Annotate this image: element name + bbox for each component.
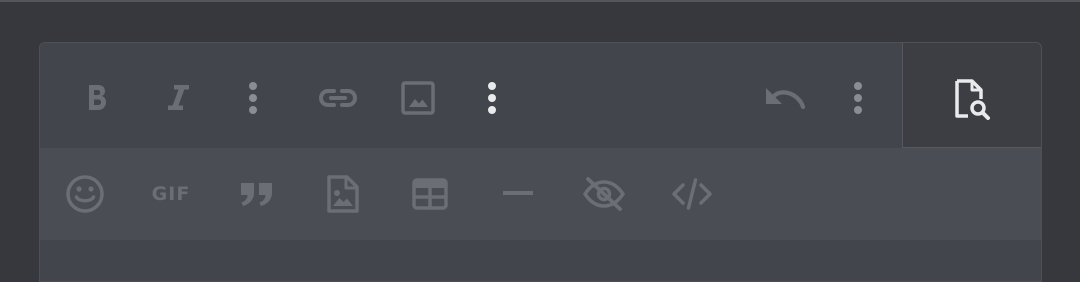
link-button[interactable]: [316, 79, 360, 117]
preview-panel: [902, 43, 1041, 148]
code-icon: [672, 178, 712, 210]
spoiler-button[interactable]: [581, 174, 627, 214]
italic-icon: [168, 85, 189, 110]
upload-image-button[interactable]: [324, 172, 362, 216]
toolbar-primary: [40, 43, 902, 148]
gif-icon: GIF: [151, 183, 191, 205]
image-icon: [401, 81, 435, 115]
quote-button[interactable]: [236, 176, 278, 212]
image-button[interactable]: [398, 79, 438, 117]
more-actions-button[interactable]: [845, 79, 871, 117]
emoji-button[interactable]: [64, 173, 106, 215]
more-vertical-icon: [249, 82, 257, 114]
more-vertical-icon: [488, 82, 496, 114]
window-top-border: [0, 0, 1080, 2]
italic-button[interactable]: [158, 79, 198, 117]
more-vertical-icon: [854, 82, 862, 114]
table-icon: [412, 178, 448, 210]
horizontal-rule-button[interactable]: [500, 184, 536, 204]
file-search-icon: [955, 79, 990, 120]
bold-button[interactable]: [78, 79, 116, 117]
undo-button[interactable]: [760, 79, 810, 117]
quote-icon: [241, 183, 272, 206]
table-button[interactable]: [410, 175, 450, 213]
toolbar-secondary: GIF: [40, 148, 1041, 240]
image-file-icon: [327, 175, 359, 213]
link-icon: [318, 89, 358, 107]
emoji-icon: [66, 175, 104, 213]
more-insert-button[interactable]: [479, 79, 505, 117]
undo-icon: [766, 88, 806, 110]
eye-off-icon: [582, 177, 626, 211]
horizontal-rule-icon: [503, 191, 533, 195]
rich-text-editor: GIF: [39, 42, 1042, 282]
gif-button[interactable]: GIF: [148, 176, 194, 212]
bold-icon: [89, 85, 106, 110]
more-options-button[interactable]: [240, 79, 266, 117]
preview-button[interactable]: [951, 77, 995, 121]
editor-content-area[interactable]: [40, 240, 1041, 281]
code-button[interactable]: [669, 175, 715, 213]
